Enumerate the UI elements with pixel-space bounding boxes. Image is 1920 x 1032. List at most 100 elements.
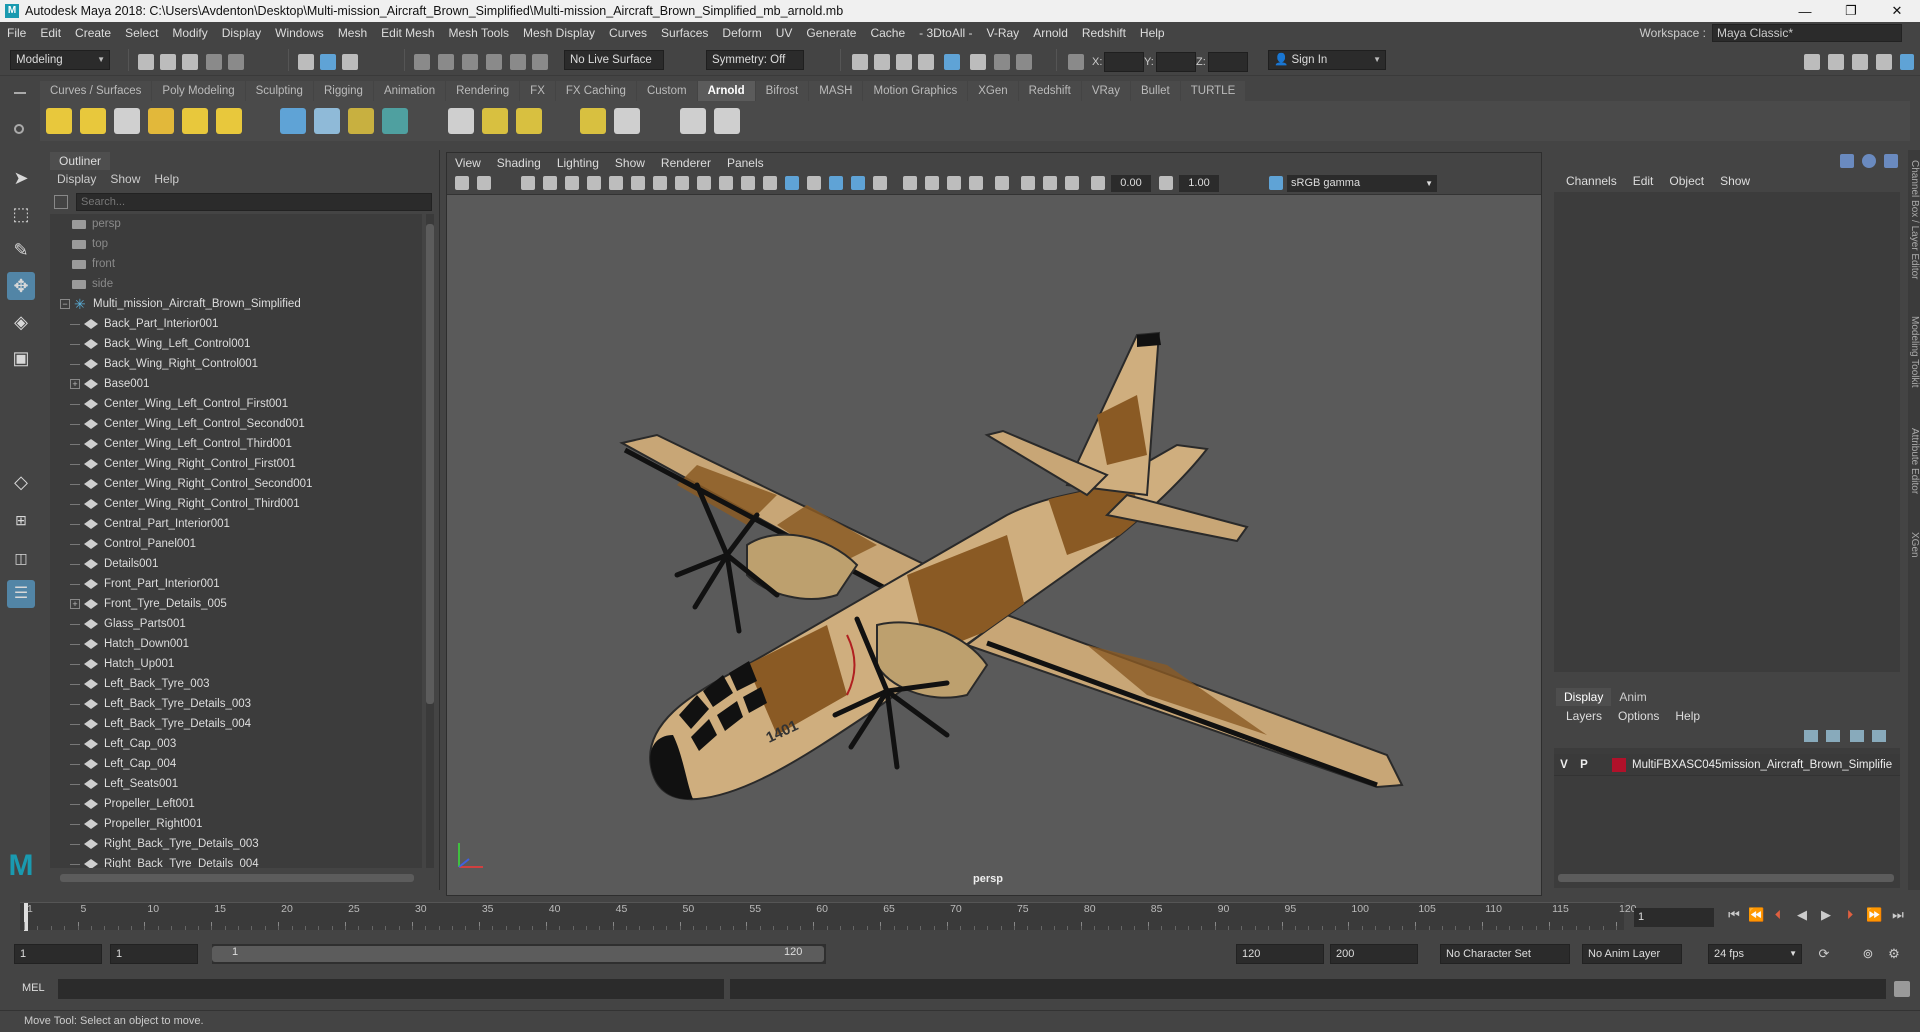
x-field[interactable] [1104,52,1144,72]
outliner-item-row[interactable]: Left_Cap_004 [50,754,422,774]
export-standin-icon[interactable] [314,108,340,134]
menu-edit[interactable]: Edit [33,26,68,40]
outliner-item-row[interactable]: Propeller_Left001 [50,794,422,814]
menu-create[interactable]: Create [68,26,118,40]
help-menu[interactable]: Help [1667,707,1708,725]
outliner-item-row[interactable]: Right_Back_Tyre_Details_003 [50,834,422,854]
tab-custom[interactable]: Custom [636,81,697,101]
script-editor-icon[interactable] [1894,981,1910,997]
save-scene-icon[interactable] [182,54,198,70]
viewport-menu-lighting[interactable]: Lighting [549,156,607,170]
tool-icon[interactable] [994,54,1010,70]
go-to-end-icon[interactable]: ⏭ [1890,907,1906,923]
collapse-toggle[interactable]: − [60,299,70,309]
ipr-render-icon[interactable] [874,54,890,70]
show-menu[interactable]: Show [1712,172,1758,190]
tab-xgen[interactable]: XGen [968,81,1018,101]
select-hierarchy-icon[interactable] [298,54,314,70]
layer-playback-toggle[interactable]: P [1574,759,1594,771]
select-camera-icon[interactable] [455,176,469,190]
pin-icon[interactable] [1840,154,1854,168]
outliner-camera-row[interactable]: persp [50,214,422,234]
outliner-item-row[interactable]: Right_Back_Tyre_Details_004 [50,854,422,868]
snap-view-icon[interactable] [510,54,526,70]
xray-active-icon[interactable] [1065,176,1079,190]
outliner-camera-row[interactable]: front [50,254,422,274]
outliner-item-row[interactable]: + Base001 [50,374,422,394]
outliner-item-row[interactable]: Left_Seats001 [50,774,422,794]
tab-poly-modeling[interactable]: Poly Modeling [152,81,245,101]
tab-turtle[interactable]: TURTLE [1180,81,1246,101]
range-slider-fill[interactable] [212,946,824,962]
close-button[interactable]: ✕ [1874,3,1920,19]
render-frame-icon[interactable] [852,54,868,70]
outliner-group-row[interactable]: − ✳ Multi_mission_Aircraft_Brown_Simplifie… [50,294,422,314]
attribute-editor-icon[interactable] [1828,54,1844,70]
select-component-icon[interactable] [342,54,358,70]
menu-v-ray[interactable]: V-Ray [980,26,1027,40]
outliner-tab[interactable]: Outliner [50,152,111,170]
character-set-dropdown[interactable]: No Character Set [1440,944,1570,964]
outliner-item-row[interactable]: Center_Wing_Left_Control_Third001 [50,434,422,454]
viewport-menu-view[interactable]: View [447,156,489,170]
outliner-layout-icon[interactable]: ☰ [7,580,35,608]
go-to-start-icon[interactable]: ⏮ [1726,907,1742,923]
bookmarks-icon[interactable] [521,176,535,190]
lasso-tool-icon[interactable]: ⬚ [7,200,35,228]
layer-visibility-toggle[interactable]: V [1554,759,1574,771]
outliner-menu-help[interactable]: Help [147,170,186,188]
field-chart-icon[interactable] [697,176,711,190]
outliner-item-row[interactable]: Front_Part_Interior001 [50,574,422,594]
snap-curve-icon[interactable] [438,54,454,70]
outliner-item-row[interactable]: Left_Back_Tyre_Details_004 [50,714,422,734]
snap-grid-icon[interactable] [414,54,430,70]
wireframe-on-shaded-icon[interactable] [807,176,821,190]
transform-mode-icon[interactable] [1068,54,1084,70]
menu-display[interactable]: Display [215,26,268,40]
outliner-item-row[interactable]: Back_Wing_Right_Control001 [50,354,422,374]
play-backwards-icon[interactable]: ◀ [1794,907,1810,923]
depth-of-field-icon[interactable] [969,176,983,190]
menu-3dtoall[interactable]: - 3DtoAll - [912,26,979,40]
anim-preferences-icon[interactable]: ⚙ [1886,946,1902,962]
live-surface-field[interactable]: No Live Surface [564,50,664,70]
expand-toggle[interactable]: + [70,599,80,609]
color-management-icon[interactable] [1269,176,1283,190]
move-layer-up-icon[interactable] [1804,730,1818,742]
skydome-light-icon[interactable] [148,108,174,134]
menu-uv[interactable]: UV [769,26,800,40]
tab-channel-box-layer-editor[interactable]: Channel Box / Layer Editor [1908,160,1920,280]
object-menu[interactable]: Object [1661,172,1712,190]
grid-icon[interactable] [609,176,623,190]
range-slider[interactable]: 1 120 [212,944,826,964]
outliner-item-row[interactable]: Glass_Parts001 [50,614,422,634]
display-layer-row[interactable]: V P MultiFBXASC045mission_Aircraft_Brown… [1554,754,1900,776]
outliner-item-row[interactable]: Propeller_Right001 [50,814,422,834]
tab-mash[interactable]: MASH [809,81,863,101]
tab-attribute-editor[interactable]: Attribute Editor [1908,428,1920,494]
outliner-item-row[interactable]: Back_Wing_Left_Control001 [50,334,422,354]
float-icon[interactable] [1884,154,1898,168]
hypershade-icon[interactable] [918,54,934,70]
new-scene-icon[interactable] [138,54,154,70]
step-back-key-icon[interactable]: ⏪ [1748,907,1764,923]
wireframe-icon[interactable] [763,176,777,190]
maximize-button[interactable]: ❐ [1828,3,1874,19]
area-light-icon[interactable] [46,108,72,134]
auto-key-icon[interactable]: ⊚ [1860,946,1876,962]
tab-curves-surfaces[interactable]: Curves / Surfaces [40,81,152,101]
colorspace-dropdown[interactable]: sRGB gamma ▼ [1287,175,1437,192]
ambient-occlusion-icon[interactable] [903,176,917,190]
menu-cache[interactable]: Cache [863,26,912,40]
outliner-item-row[interactable]: Center_Wing_Right_Control_First001 [50,454,422,474]
textured-icon[interactable] [829,176,843,190]
expand-toggle[interactable]: + [70,379,80,389]
outliner-camera-row[interactable]: side [50,274,422,294]
gamma-icon[interactable] [1159,176,1173,190]
safe-title-icon[interactable] [741,176,755,190]
select-tool-icon[interactable]: ➤ [7,164,35,192]
move-layer-down-icon[interactable] [1826,730,1840,742]
mesh-light-icon[interactable] [80,108,106,134]
menu-edit-mesh[interactable]: Edit Mesh [374,26,441,40]
open-scene-icon[interactable] [160,54,176,70]
